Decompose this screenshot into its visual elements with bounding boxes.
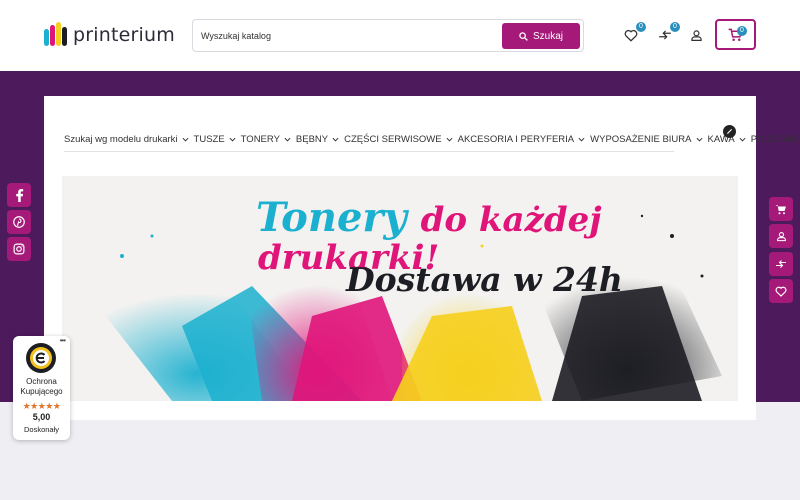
nav-item-label: CZĘŚCI SERWISOWE [344, 133, 442, 145]
rating-label: Doskonały [23, 425, 60, 434]
facebook-button[interactable] [7, 183, 31, 207]
nav-divider [64, 151, 674, 152]
pinterest-button[interactable] [7, 210, 31, 234]
hero-banner[interactable]: Tonery do każdej drukarki! Dostawa w 24h [62, 176, 738, 401]
account-button[interactable] [686, 26, 706, 44]
chevron-down-icon [578, 137, 585, 142]
nav-item-wyposazenie-biura[interactable]: WYPOSAŻENIE BIURA [590, 134, 702, 145]
nav-item-label: WYPOSAŻENIE BIURA [590, 133, 692, 145]
chevron-down-icon [284, 137, 291, 142]
search-bar: Szukaj [192, 19, 584, 52]
nav-item-label: POLECANE [750, 133, 800, 145]
banner-word-tonery: Tonery [256, 194, 407, 241]
compare-button[interactable]: 0 [655, 22, 680, 44]
pencil-icon [727, 129, 732, 134]
search-button-label: Szukaj [532, 30, 563, 42]
side-account-button[interactable] [769, 224, 793, 248]
chevron-down-icon [696, 137, 702, 142]
logo-text: printerium [73, 24, 175, 46]
search-button[interactable]: Szukaj [502, 23, 580, 49]
nav-item-tusze[interactable]: TUSZE [194, 134, 236, 145]
banner-delivery-text: Dostawa w 24h [346, 260, 623, 299]
cart-button[interactable]: 0 [715, 19, 756, 50]
chevron-down-icon [182, 137, 189, 142]
facebook-icon [15, 188, 23, 202]
user-icon [776, 231, 786, 241]
user-icon [690, 29, 702, 41]
side-compare-button[interactable] [769, 252, 793, 276]
cart-icon [775, 204, 786, 214]
chevron-down-icon [229, 137, 236, 142]
trust-title: Ochrona Kupującego [20, 377, 63, 396]
logo[interactable]: printerium [44, 21, 175, 49]
rating-score: 5,00 [32, 412, 51, 422]
banner-headline-line1: Tonery do każdej [256, 194, 602, 241]
nav-item-tonery[interactable]: TONERY [241, 134, 291, 145]
heart-icon [624, 29, 638, 42]
rating-stars: ★★★★★ [22, 401, 61, 411]
cart-count-badge: 0 [737, 26, 747, 36]
chevron-down-icon [739, 137, 746, 142]
trusted-shops-badge[interactable]: ••• Ochrona Kupującego ★★★★★ 5,00 Doskon… [13, 336, 70, 440]
nav-item-label: AKCESORIA I PERYFERIA [457, 133, 575, 145]
instagram-icon [13, 243, 25, 255]
search-icon [519, 31, 528, 41]
heart-icon [775, 286, 787, 297]
printerium-logo-icon [44, 22, 67, 46]
top-header: printerium Szukaj 0 0 [0, 0, 800, 71]
nav-item-bebny[interactable]: BĘBNY [296, 134, 339, 145]
category-nav: Szukaj wg modelu drukarki TUSZE TONERY B… [64, 128, 800, 150]
wishlist-button[interactable]: 0 [621, 22, 646, 44]
nav-item-printer-model[interactable]: Szukaj wg modelu drukarki [64, 134, 189, 145]
chevron-down-icon [446, 137, 453, 142]
nav-item-label: TUSZE [193, 133, 225, 145]
trusted-shops-seal-icon [26, 343, 56, 373]
pinterest-icon [13, 216, 25, 228]
nav-item-polecane[interactable]: POLECANE [751, 134, 800, 145]
wishlist-count-badge: 0 [636, 22, 646, 32]
instagram-button[interactable] [7, 237, 31, 261]
nav-item-akcesoria[interactable]: AKCESORIA I PERYFERIA [458, 134, 586, 145]
more-options-icon[interactable]: ••• [60, 336, 66, 345]
side-cart-button[interactable] [769, 197, 793, 221]
nav-item-label: Szukaj wg modelu drukarki [64, 133, 178, 145]
search-input[interactable] [201, 26, 496, 46]
edit-nav-button[interactable] [723, 125, 736, 138]
compare-icon [659, 30, 671, 40]
nav-item-label: TONERY [240, 133, 280, 145]
compare-icon [776, 260, 786, 268]
nav-item-label: BĘBNY [295, 133, 329, 145]
side-wishlist-button[interactable] [769, 279, 793, 303]
chevron-down-icon [332, 137, 339, 142]
compare-count-badge: 0 [670, 22, 680, 32]
banner-word-do-kazdej: do każdej [420, 200, 602, 240]
nav-item-czesci-serwisowe[interactable]: CZĘŚCI SERWISOWE [344, 133, 453, 145]
